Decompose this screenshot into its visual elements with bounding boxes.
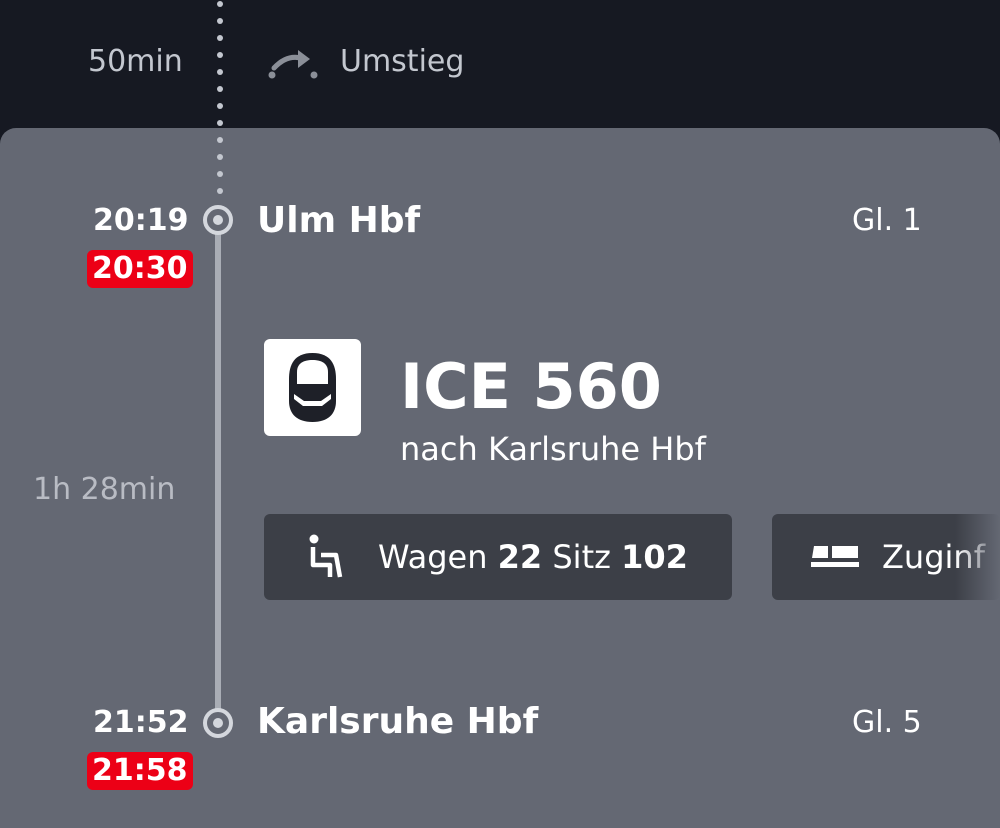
transfer-header: 50min Umstieg (0, 0, 1000, 130)
departure-time: 20:19 (93, 203, 189, 238)
transfer-arrow-icon (268, 50, 318, 79)
transfer-label: Umstieg (340, 44, 465, 79)
route-line (215, 225, 221, 723)
departure-stop-marker (203, 205, 233, 235)
seat-icon (309, 534, 343, 578)
arrival-delay-badge: 21:58 (87, 752, 193, 790)
ice-train-icon (289, 353, 336, 422)
arrival-platform: Gl. 5 (852, 705, 922, 740)
departure-platform: Gl. 1 (852, 203, 922, 238)
segment-duration: 1h 28min (33, 472, 176, 507)
train-info-icon (811, 546, 859, 567)
departure-delay-badge: 20:30 (87, 250, 193, 288)
arrival-station[interactable]: Karlsruhe Hbf (257, 701, 538, 742)
scroll-fade (955, 514, 1000, 600)
arrival-stop-marker (203, 708, 233, 738)
train-name: ICE 560 (400, 350, 662, 423)
seat-chip-text: Wagen 22 Sitz 102 (378, 538, 688, 576)
train-destination: nach Karlsruhe Hbf (400, 430, 706, 468)
arrival-time: 21:52 (93, 705, 189, 740)
train-tile[interactable] (264, 339, 361, 436)
transfer-dotted-line (217, 1, 223, 194)
departure-station[interactable]: Ulm Hbf (257, 200, 420, 241)
seat-reservation-chip[interactable]: Wagen 22 Sitz 102 (264, 514, 732, 600)
transfer-duration: 50min (88, 44, 183, 79)
